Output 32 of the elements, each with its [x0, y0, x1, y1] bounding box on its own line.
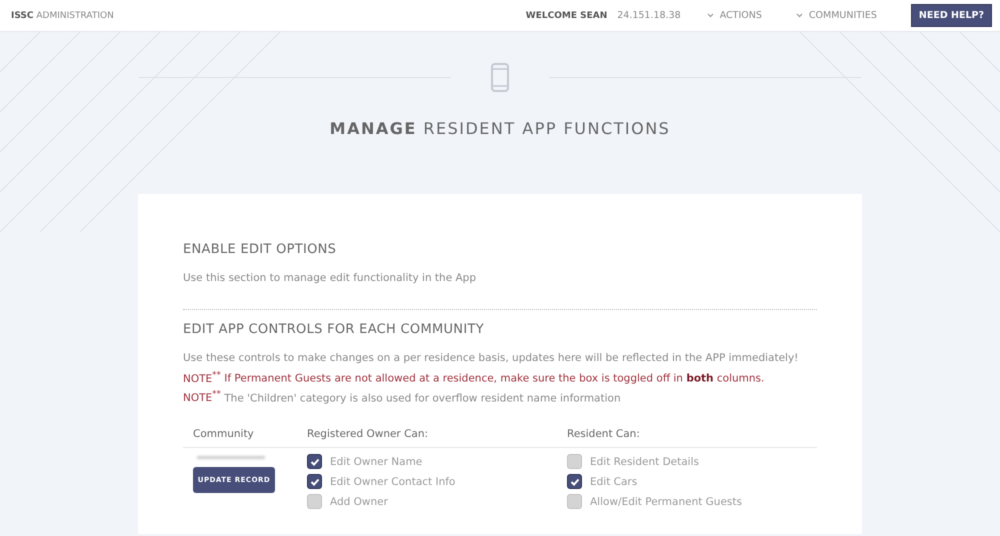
- checkbox[interactable]: [567, 474, 582, 489]
- menu-link[interactable]: ACTIONS: [706, 10, 762, 21]
- page-title: MANAGE RESIDENT APP FUNCTIONS: [330, 119, 670, 138]
- checkbox[interactable]: [307, 454, 322, 469]
- checkmark-icon: [310, 458, 320, 466]
- brand-title: ISSC ADMINISTRATION: [11, 10, 114, 20]
- note-text: NOTE$^{**}$ The 'Children' category is also used for overflow resident name information: [183, 390, 622, 404]
- section-title: EDIT APP CONTROLS FOR EACH COMMUNITY: [183, 322, 485, 337]
- checkmark-icon: [310, 478, 320, 486]
- ip-address: 24.151.18.38: [617, 10, 681, 21]
- section-description: Use these controls to make changes on a per residence basis, updates here will be reflected in the APP immediately!: [183, 352, 800, 364]
- checkmark-icon: [570, 478, 580, 486]
- checkbox[interactable]: [307, 474, 322, 489]
- blurred-community-name: [197, 456, 265, 459]
- checkbox-option[interactable]: Edit Resident Details: [567, 453, 817, 470]
- welcome-text: WELCOME SEAN: [526, 10, 608, 20]
- section-description: Use this section to manage edit functionality in the App: [183, 272, 478, 284]
- checkbox-option[interactable]: Edit Cars: [567, 473, 817, 490]
- checkbox-option[interactable]: Allow/Edit Permanent Guests: [567, 493, 817, 510]
- checkbox-option[interactable]: Add Owner: [307, 493, 567, 510]
- phone-icon: [491, 63, 509, 92]
- column-header: Resident Can:: [567, 428, 641, 440]
- chevron-down-icon: [796, 13, 803, 18]
- note-text: NOTE$^{**}$ If Permanent Guests are not allowed at a residence, make sure the box is toggled off in both columns.: [183, 370, 766, 384]
- help-button[interactable]: NEED HELP?: [910, 4, 992, 27]
- checkbox-option[interactable]: Edit Owner Contact Info: [307, 473, 567, 490]
- column-header: Community: [193, 428, 255, 440]
- checkbox-option[interactable]: Edit Owner Name: [307, 453, 567, 470]
- column-header: Registered Owner Can:: [307, 428, 430, 440]
- section-title: ENABLE EDIT OPTIONS: [183, 242, 338, 257]
- chevron-down-icon: [706, 13, 714, 18]
- menu-link[interactable]: COMMUNITIES: [796, 10, 877, 21]
